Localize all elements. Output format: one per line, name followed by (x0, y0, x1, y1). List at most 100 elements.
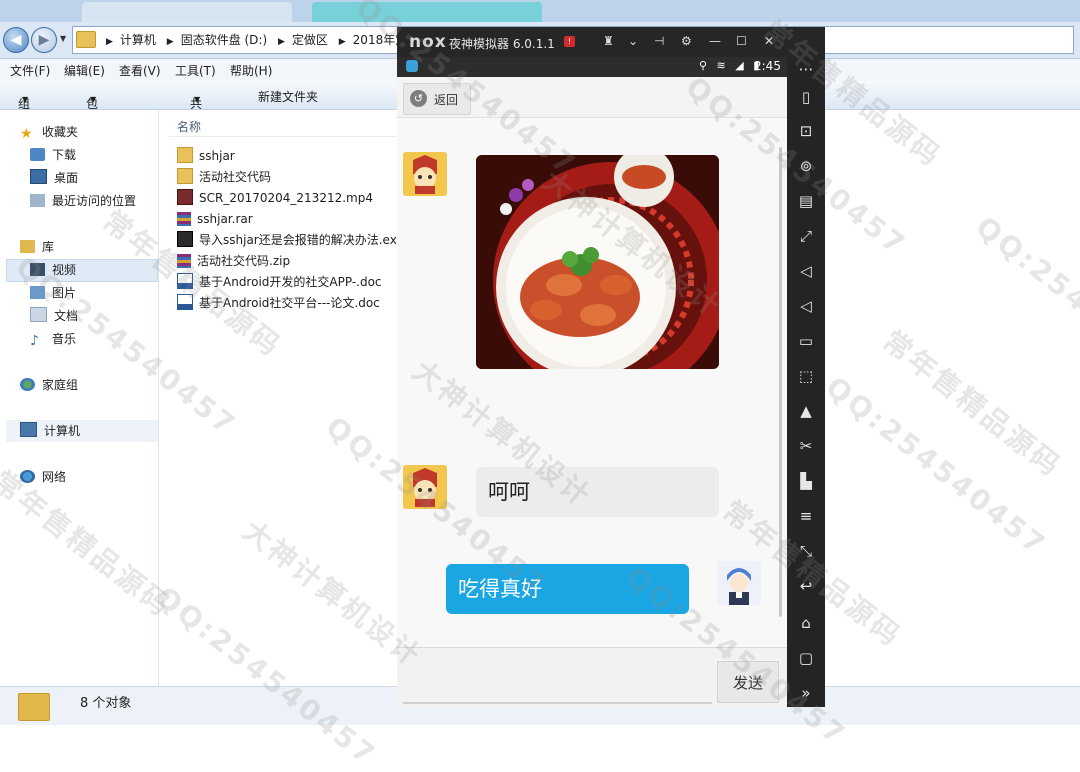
file-name: sshjar.rar (197, 212, 253, 226)
browser-tab[interactable] (82, 2, 292, 22)
column-header-name[interactable]: 名称 (177, 118, 201, 135)
file-row[interactable]: sshjar.rar (177, 209, 253, 229)
history-dropdown-icon[interactable]: ▼ (60, 34, 66, 43)
chevron-right-icon[interactable]: ▶ (278, 37, 285, 47)
nav-label: 视频 (52, 263, 77, 277)
location-icon[interactable]: ⊚ (796, 156, 816, 176)
nav-recent[interactable]: 最近访问的位置 (30, 191, 136, 211)
keyboard-icon[interactable]: ▤ (796, 191, 816, 211)
nav-label: 音乐 (52, 332, 77, 346)
pin-icon[interactable]: ⊣ (654, 34, 664, 48)
pictures-icon (30, 286, 45, 299)
file-row[interactable]: 基于Android开发的社交APP-.doc (177, 272, 382, 292)
nav-libraries[interactable]: 库 (20, 237, 54, 257)
nav-music[interactable]: ♪ 音乐 (30, 329, 76, 349)
boy-avatar-icon (717, 561, 761, 605)
nav-homegroup[interactable]: 家庭组 (20, 375, 78, 395)
nav-label: 桌面 (54, 171, 79, 185)
android-recents-icon[interactable]: ▢ (796, 648, 816, 668)
robot-avatar[interactable] (403, 465, 447, 509)
expand-icon[interactable]: » (796, 683, 816, 703)
word-doc-icon (177, 273, 193, 289)
chevron-right-icon[interactable]: ▶ (106, 37, 113, 47)
star-icon: ★ (20, 126, 33, 142)
menu-file[interactable]: 文件(F) (10, 62, 50, 79)
chat-scrollbar[interactable] (779, 147, 782, 617)
chevron-down-icon[interactable]: ⌄ (628, 34, 638, 48)
folder-icon (18, 693, 50, 721)
chart-icon[interactable]: ▙ (796, 471, 816, 491)
archive-icon (177, 212, 191, 226)
chat-image-food[interactable] (476, 155, 719, 369)
breadcrumb-item[interactable]: 定做区 (292, 33, 328, 47)
fullscreen-icon[interactable]: ⤢ (796, 226, 816, 246)
breadcrumb-item[interactable]: 固态软件盘 (D:) (181, 33, 267, 47)
file-name: 导入sshjar还是会报错的解决办法.exe (199, 233, 404, 247)
maximize-icon[interactable]: ☐ (736, 34, 747, 48)
emulator-titlebar[interactable]: nox 夜神模拟器 6.0.1.1 ! ♜ ⌄ ⊣ ⚙ — ☐ ✕ (397, 27, 825, 57)
nav-label: 家庭组 (42, 378, 79, 392)
message-bubble-sent[interactable]: 吃得真好 (446, 564, 689, 614)
more-icon[interactable]: ⋯ (796, 59, 816, 79)
nav-desktop[interactable]: 桌面 (30, 168, 78, 188)
browser-tab-active[interactable] (312, 2, 542, 22)
file-row[interactable]: 导入sshjar还是会报错的解决办法.exe (177, 230, 404, 250)
folder-icon (177, 147, 193, 163)
forward-arrow-icon[interactable]: ▶ (31, 27, 57, 53)
nav-label: 下载 (52, 148, 77, 162)
close-icon[interactable]: ✕ (764, 34, 774, 48)
shake-icon[interactable]: ▯ (796, 87, 816, 107)
back-button[interactable]: ↺ 返回 (403, 83, 471, 115)
file-row[interactable]: sshjar (177, 146, 235, 166)
file-name: 活动社交代码 (199, 170, 272, 184)
menu-icon[interactable]: ≡ (796, 506, 816, 526)
chevron-right-icon[interactable]: ▶ (339, 37, 346, 47)
nav-documents[interactable]: 文档 (30, 306, 78, 326)
home-shirt-icon[interactable]: ♜ (603, 34, 614, 48)
menu-tools[interactable]: 工具(T) (175, 62, 216, 79)
send-button[interactable]: 发送 (717, 661, 779, 703)
file-row[interactable]: 活动社交代码 (177, 167, 271, 187)
robot-avatar[interactable] (403, 152, 447, 196)
nav-network[interactable]: 网络 (20, 467, 66, 487)
minimize-icon[interactable]: — (709, 34, 721, 48)
back-arrow-icon[interactable]: ◀ (3, 27, 29, 53)
file-row[interactable]: SCR_20170204_213212.mp4 (177, 188, 373, 208)
android-status-bar: ⚲ ≋ ◢ ▮ 2:45 (397, 57, 787, 77)
volume-up-icon[interactable]: ◁ (796, 261, 816, 281)
file-row[interactable]: 活动社交代码.zip (177, 251, 290, 271)
nav-downloads[interactable]: 下载 (30, 145, 76, 165)
menu-view[interactable]: 查看(V) (119, 62, 161, 79)
homegroup-icon (20, 378, 35, 391)
nav-favorites[interactable]: ★ 收藏夹 (20, 122, 78, 142)
new-folder-button[interactable]: 新建文件夹 (258, 88, 318, 105)
nav-videos[interactable]: 视频 (30, 260, 76, 280)
scissors-icon[interactable]: ✂ (796, 436, 816, 456)
message-input[interactable] (403, 658, 712, 704)
toolbox-icon[interactable]: ▭ (796, 331, 816, 351)
chevron-right-icon[interactable]: ▶ (167, 37, 174, 47)
nav-label: 文档 (54, 309, 79, 323)
gear-icon[interactable]: ⚙ (681, 34, 692, 48)
android-home-icon[interactable]: ⌂ (796, 613, 816, 633)
android-back-icon[interactable]: ↩ (796, 576, 816, 596)
menu-help[interactable]: 帮助(H) (230, 62, 272, 79)
file-row[interactable]: 基于Android社交平台---论文.doc (177, 293, 380, 313)
breadcrumb-item[interactable]: 计算机 (120, 33, 156, 47)
boy-avatar[interactable] (717, 561, 761, 605)
nav-pictures[interactable]: 图片 (30, 283, 76, 303)
robot-icon[interactable]: ⊡ (796, 121, 816, 141)
alert-badge-icon[interactable]: ! (564, 36, 575, 47)
file-name: SCR_20170204_213212.mp4 (199, 191, 373, 205)
file-name: sshjar (199, 149, 235, 163)
nav-computer[interactable]: 计算机 (20, 421, 80, 441)
resize-icon[interactable]: ⤡ (796, 541, 816, 561)
multi-instance-icon[interactable]: ⬚ (796, 366, 816, 386)
app-notification-icon (406, 60, 418, 72)
message-bubble-received[interactable]: 呵呵 (476, 467, 719, 517)
file-list-pane: 名称 sshjar 活动社交代码 SCR_20170204_213212.mp4… (159, 110, 404, 686)
apk-install-icon[interactable]: ▲ (796, 401, 816, 421)
menu-edit[interactable]: 编辑(E) (64, 62, 105, 79)
volume-down-icon[interactable]: ◁ (796, 296, 816, 316)
download-folder-icon (30, 148, 45, 161)
